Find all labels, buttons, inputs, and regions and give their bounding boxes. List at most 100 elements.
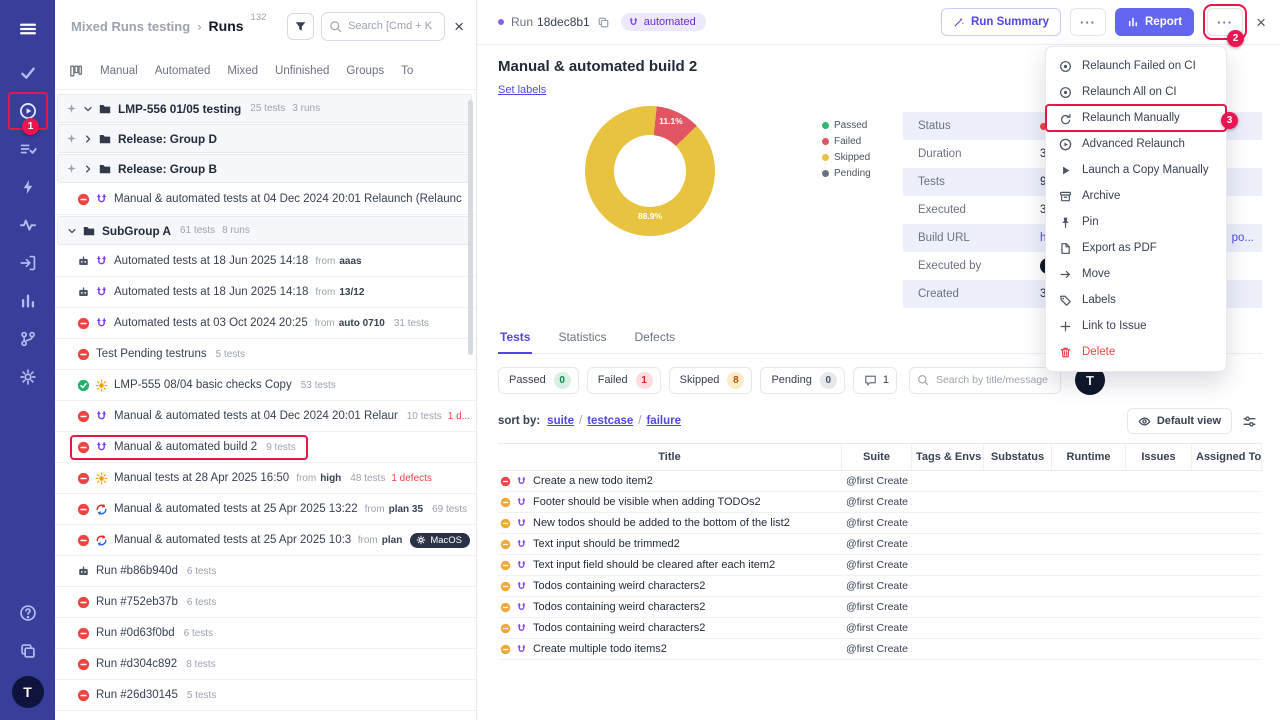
menu-item[interactable]: Pin: [1046, 209, 1226, 235]
breadcrumb-project[interactable]: Mixed Runs testing: [71, 19, 190, 34]
table-header-cell[interactable]: Suite: [842, 444, 912, 470]
run-title: Run #26d30145: [96, 689, 178, 701]
run-list-item[interactable]: LMP-556 01/05 testing 25 tests 3 runs: [57, 94, 472, 123]
run-list-item[interactable]: Manual & automated tests at 04 Dec 2024 …: [55, 184, 476, 215]
run-list-item[interactable]: Manual & automated tests at 25 Apr 2025 …: [55, 494, 476, 525]
report-button[interactable]: Report: [1115, 8, 1194, 36]
run-list-item[interactable]: Run #d304c892 8 tests: [55, 649, 476, 680]
filter-button[interactable]: [287, 13, 314, 40]
gear-icon[interactable]: [8, 358, 48, 396]
run-list-item[interactable]: Manual & automated tests at 25 Apr 2025 …: [55, 525, 476, 556]
status-filter-chip[interactable]: Pending0: [760, 367, 844, 394]
content-tab[interactable]: Statistics: [556, 330, 608, 353]
bar-chart-icon[interactable]: [8, 282, 48, 320]
menu-item[interactable]: Relaunch Manually: [1046, 105, 1226, 131]
bolt-icon[interactable]: [8, 168, 48, 206]
content-tab[interactable]: Defects: [632, 330, 677, 353]
test-row[interactable]: Todos containing weird characters2 @firs…: [498, 618, 1262, 639]
copy-run-id-button[interactable]: [597, 16, 610, 29]
user-avatar[interactable]: T: [12, 676, 44, 708]
check-icon[interactable]: [8, 54, 48, 92]
menu-item[interactable]: Delete: [1046, 339, 1226, 365]
sort-link[interactable]: suite: [547, 415, 574, 427]
run-list-item[interactable]: Automated tests at 03 Oct 2024 20:25 fro…: [55, 308, 476, 339]
status-filter-chip[interactable]: Skipped8: [669, 367, 753, 394]
table-header-cell[interactable]: Title: [498, 444, 842, 470]
table-header-cell[interactable]: Runtime: [1052, 444, 1126, 470]
test-title-cell: Todos containing weird characters2: [498, 601, 842, 613]
chevron-icon[interactable]: [82, 133, 94, 145]
branch-icon[interactable]: [8, 320, 48, 358]
run-list-item[interactable]: LMP-555 08/04 basic checks Copy 53 tests: [55, 370, 476, 401]
menu-item[interactable]: Export as PDF: [1046, 235, 1226, 261]
run-row-content: Run #26d30145 5 tests: [77, 689, 470, 702]
sort-link[interactable]: failure: [646, 415, 681, 427]
test-row[interactable]: Text input should be trimmed2 @first Cre…: [498, 534, 1262, 555]
help-icon[interactable]: [8, 594, 48, 632]
chevron-icon[interactable]: [66, 225, 78, 237]
run-list-item[interactable]: Manual & automated build 2 9 tests: [55, 432, 476, 463]
status-filter-chip[interactable]: Failed1: [587, 367, 661, 394]
table-header-cell[interactable]: Substatus: [984, 444, 1052, 470]
breadcrumb-separator: ›: [197, 19, 201, 34]
test-row[interactable]: Create a new todo item2 @first Create ..…: [498, 471, 1262, 492]
table-header-cell[interactable]: Tags & Envs: [912, 444, 984, 470]
run-list-item[interactable]: Run #b86b940d 6 tests: [55, 556, 476, 587]
run-list-item[interactable]: Run #0d63f0bd 6 tests: [55, 618, 476, 649]
chevron-icon[interactable]: [82, 103, 94, 115]
menu-item[interactable]: Archive: [1046, 183, 1226, 209]
chevron-icon[interactable]: [82, 163, 94, 175]
run-list-item[interactable]: Automated tests at 18 Jun 2025 14:18 fro…: [55, 246, 476, 277]
panel-close-button[interactable]: ×: [452, 18, 466, 35]
menu-item[interactable]: Move: [1046, 261, 1226, 287]
copy-icon[interactable]: [8, 632, 48, 670]
runs-tab[interactable]: Unfinished: [275, 65, 329, 77]
sliders-icon[interactable]: [1242, 411, 1262, 431]
menu-item[interactable]: Launch a Copy Manually: [1046, 157, 1226, 183]
menu-icon[interactable]: [8, 10, 48, 48]
menu-item[interactable]: Relaunch All on CI: [1046, 79, 1226, 105]
test-row[interactable]: New todos should be added to the bottom …: [498, 513, 1262, 534]
comments-filter-chip[interactable]: 1: [853, 367, 897, 394]
test-status-icons: [500, 560, 527, 571]
test-row[interactable]: Todos containing weird characters2 @firs…: [498, 576, 1262, 597]
runs-tab[interactable]: Automated: [155, 65, 211, 77]
table-header-cell[interactable]: Assigned To: [1192, 444, 1262, 470]
menu-item[interactable]: Link to Issue: [1046, 313, 1226, 339]
run-list-item[interactable]: Run #752eb37b 6 tests: [55, 587, 476, 618]
pulse-icon[interactable]: [8, 206, 48, 244]
content-tab[interactable]: Tests: [498, 330, 532, 353]
more-options-button[interactable]: ···: [1070, 8, 1106, 36]
run-status-icons: [77, 286, 108, 299]
table-header-cell[interactable]: Issues: [1126, 444, 1192, 470]
sort-link[interactable]: testcase: [587, 415, 633, 427]
run-list-item[interactable]: Release: Group D: [57, 124, 472, 153]
status-filter-chip[interactable]: Passed0: [498, 367, 579, 394]
runs-tab[interactable]: To: [401, 65, 413, 77]
run-summary-button[interactable]: Run Summary: [941, 8, 1061, 36]
close-run-button[interactable]: ×: [1256, 14, 1266, 31]
test-row[interactable]: Text input field should be cleared after…: [498, 555, 1262, 576]
run-list-item[interactable]: SubGroup A 61 tests 8 runs: [57, 216, 472, 245]
runs-scrollbar[interactable]: [468, 100, 473, 355]
test-row[interactable]: Footer should be visible when adding TOD…: [498, 492, 1262, 513]
run-list-item[interactable]: Release: Group B: [57, 154, 472, 183]
runs-tab[interactable]: Mixed: [227, 65, 258, 77]
test-row[interactable]: Todos containing weird characters2 @firs…: [498, 597, 1262, 618]
list-check-icon[interactable]: [8, 130, 48, 168]
run-list-item[interactable]: Run #26d30145 5 tests: [55, 680, 476, 711]
run-list-item[interactable]: Manual tests at 28 Apr 2025 16:50 from h…: [55, 463, 476, 494]
run-list-item[interactable]: Test Pending testruns 5 tests: [55, 339, 476, 370]
menu-item[interactable]: Relaunch Failed on CI: [1046, 53, 1226, 79]
runs-tab[interactable]: Groups: [346, 65, 384, 77]
menu-item[interactable]: Advanced Relaunch: [1046, 131, 1226, 157]
menu-item[interactable]: Labels: [1046, 287, 1226, 313]
runs-tab[interactable]: Manual: [100, 65, 138, 77]
set-labels-link[interactable]: Set labels: [498, 84, 546, 96]
import-icon[interactable]: [8, 244, 48, 282]
run-list-item[interactable]: Manual & automated tests at 04 Dec 2024 …: [55, 401, 476, 432]
run-list-item[interactable]: Automated tests at 18 Jun 2025 14:18 fro…: [55, 277, 476, 308]
test-row[interactable]: Create multiple todo items2 @first Creat…: [498, 639, 1262, 660]
view-selector[interactable]: Default view: [1127, 408, 1232, 434]
tests-search-input[interactable]: [909, 367, 1061, 394]
